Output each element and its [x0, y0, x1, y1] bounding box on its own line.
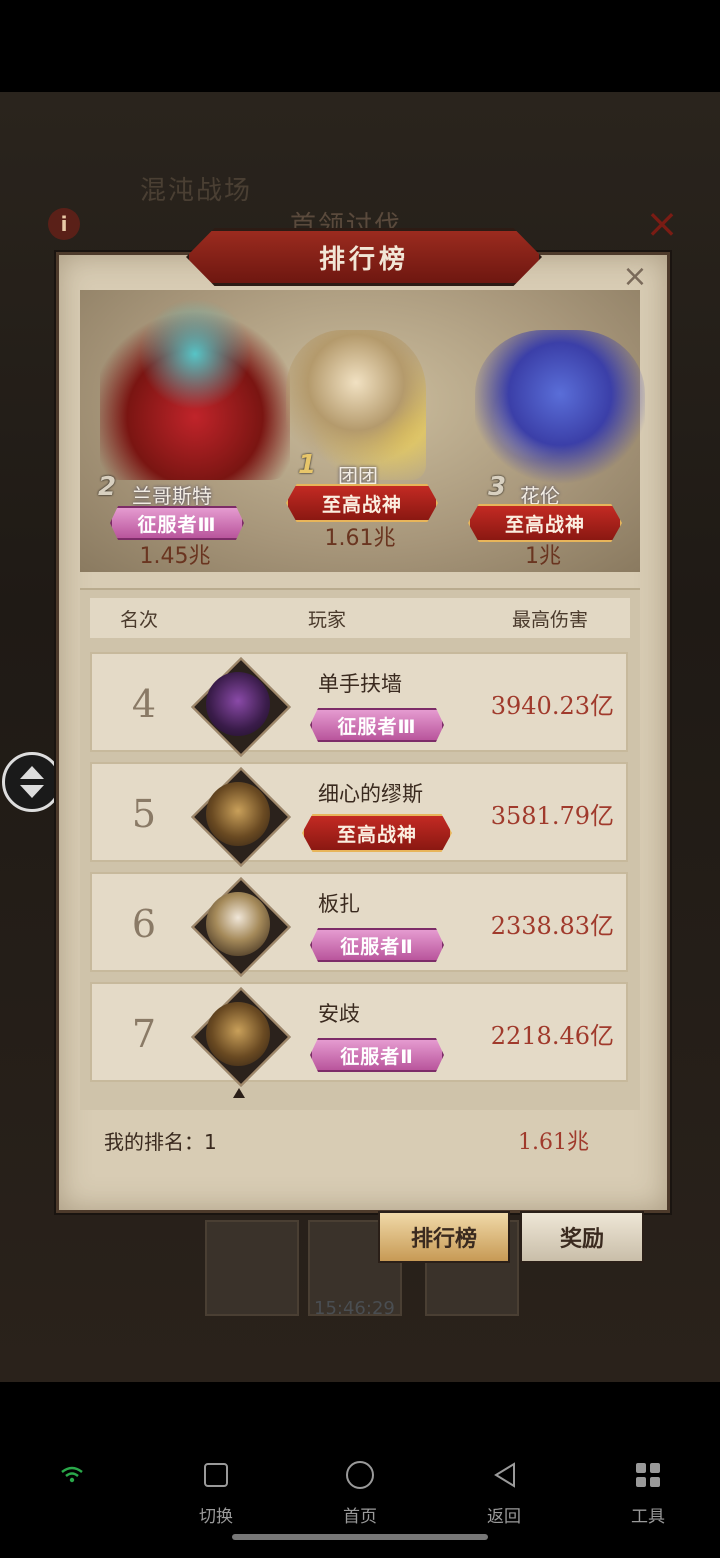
podium-name: 兰哥斯特	[132, 484, 212, 508]
tab-rewards[interactable]: 奖励	[520, 1211, 644, 1263]
title-badge: 至高战神	[286, 484, 438, 522]
podium-rank: 3	[488, 472, 507, 502]
avatar-image	[206, 782, 270, 846]
nav-label: 返回	[487, 1507, 521, 1527]
title-badge: 征服者Ⅲ	[310, 708, 444, 742]
nav-label: 工具	[631, 1507, 665, 1527]
title-badge: 征服者Ⅱ	[310, 928, 444, 962]
hero-art	[100, 300, 290, 480]
row-rank: 4	[131, 682, 157, 726]
circle-icon	[345, 1460, 375, 1490]
floating-scroll-button[interactable]	[2, 752, 62, 812]
header-damage: 最高伤害	[512, 608, 589, 631]
nav-back[interactable]: 返回	[464, 1460, 544, 1527]
row-rank: 6	[131, 902, 157, 946]
player-name: 单手扶墙	[318, 672, 402, 696]
title-badge: 征服者Ⅲ	[110, 506, 244, 540]
countdown-timer: 15:46:29	[314, 1298, 395, 1319]
player-name: 细心的缪斯	[318, 782, 423, 806]
avatar-image	[206, 1002, 270, 1066]
avatar	[191, 877, 291, 977]
nav-tools[interactable]: 工具	[608, 1460, 688, 1527]
podium-rank: 2	[98, 472, 117, 502]
my-rank-label: 我的排名：1	[104, 1130, 217, 1154]
damage-value: 3581.79亿	[490, 802, 614, 830]
close-icon[interactable]: ×	[620, 262, 650, 292]
nav-label: 切换	[199, 1507, 233, 1527]
row-rank: 5	[131, 792, 157, 836]
row-rank: 7	[131, 1012, 157, 1056]
podium-value: 1.61兆	[324, 526, 396, 551]
podium-value: 1兆	[525, 544, 561, 569]
player-name: 安歧	[318, 1002, 360, 1026]
modal-title-banner: 排行榜	[186, 228, 542, 286]
avatar	[191, 657, 291, 757]
tab-leaderboard[interactable]: 排行榜	[378, 1211, 510, 1263]
title-badge: 征服者Ⅱ	[310, 1038, 444, 1072]
damage-value: 2218.46亿	[490, 1022, 614, 1050]
modal-title: 排行榜	[318, 244, 409, 275]
table-row[interactable]: 6 板扎 征服者Ⅱ 2338.83亿	[90, 872, 628, 977]
triangle-back-icon	[489, 1460, 519, 1490]
damage-value: 2338.83亿	[490, 912, 614, 940]
podium-value: 1.45兆	[139, 544, 211, 569]
avatar-image	[206, 892, 270, 956]
podium-rank: 1	[298, 450, 317, 480]
table-header: 名次 玩家 最高伤害	[90, 598, 630, 638]
avatar	[191, 987, 291, 1087]
up-down-arrows-icon	[20, 766, 44, 798]
header-rank: 名次	[120, 608, 159, 631]
title-badge: 至高战神	[468, 504, 622, 542]
damage-value: 3940.23亿	[490, 692, 614, 720]
table-row[interactable]: 4 单手扶墙 征服者Ⅲ 3940.23亿	[90, 652, 628, 757]
nav-label: 首页	[343, 1507, 377, 1527]
table-row[interactable]: 7 安歧 征服者Ⅱ 2218.46亿	[90, 982, 628, 1087]
title-badge: 至高战神	[302, 814, 452, 852]
background-title: 混沌战场	[140, 176, 253, 206]
table-row[interactable]: 5 细心的缪斯 至高战神 3581.79亿	[90, 762, 628, 867]
hero-art	[475, 330, 645, 490]
nav-home[interactable]: 首页	[320, 1460, 400, 1527]
square-icon	[201, 1460, 231, 1490]
my-rank-value: 1.61兆	[518, 1130, 589, 1155]
player-name: 板扎	[318, 892, 360, 916]
scroll-indicator-icon	[233, 1088, 245, 1098]
header-player: 玩家	[308, 608, 347, 631]
boss-thumbnail	[205, 1220, 299, 1316]
wifi-icon	[61, 1466, 83, 1483]
background-close-icon[interactable]: ×	[644, 204, 680, 244]
home-indicator[interactable]	[232, 1534, 488, 1540]
grid-icon	[633, 1460, 663, 1490]
avatar	[191, 767, 291, 867]
info-icon[interactable]: i	[48, 208, 80, 240]
nav-switch[interactable]: 切换	[176, 1460, 256, 1527]
podium: 1 团团 至高战神 1.61兆 2 兰哥斯特 征服者Ⅲ 1.45兆 3 花伦 至…	[80, 290, 645, 572]
avatar-image	[206, 672, 270, 736]
